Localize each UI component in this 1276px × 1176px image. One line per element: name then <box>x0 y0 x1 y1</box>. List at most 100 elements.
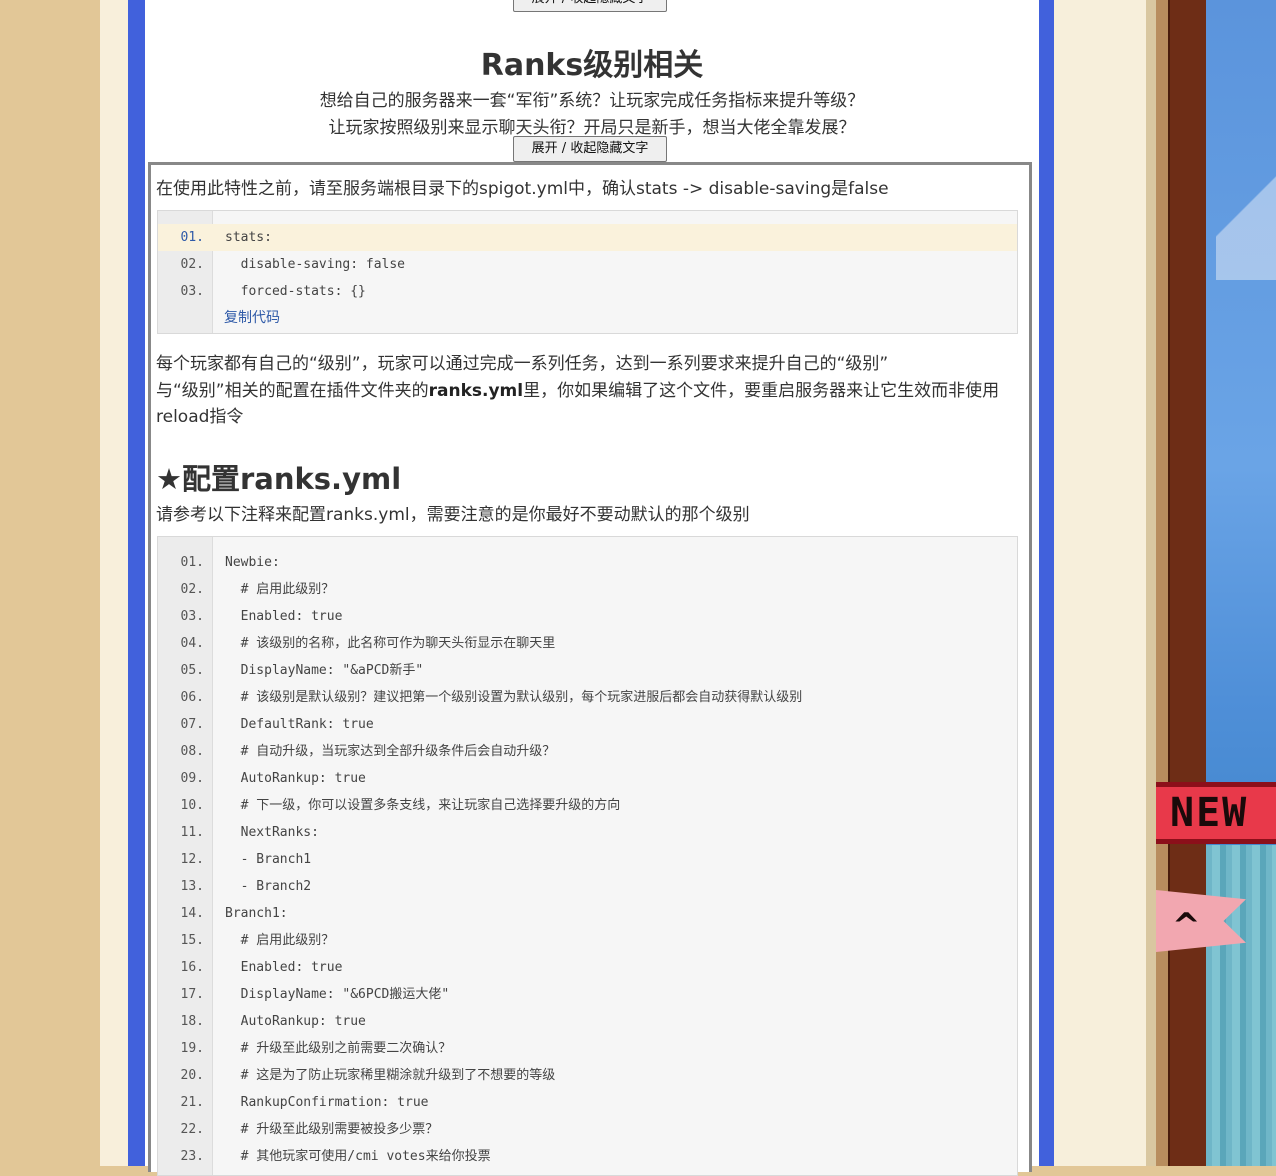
code-text: DisplayName: "&aPCD新手" <box>225 663 424 678</box>
config-heading: ★配置ranks.yml <box>156 462 402 496</box>
page-background-right <box>1054 0 1146 1166</box>
description-text: 与“级别”相关的配置在插件文件夹的 <box>156 381 429 401</box>
code-text: disable-saving: false <box>225 257 406 272</box>
code-line: 20. # 这是为了防止玩家稀里糊涂就升级到了不想要的等级 <box>158 1062 1017 1089</box>
line-number: 10. <box>180 798 204 813</box>
code-line: 03. forced-stats: {} <box>158 278 1017 305</box>
line-number: 15. <box>180 933 204 948</box>
code-text: DisplayName: "&6PCD搬运大佬" <box>225 987 450 1002</box>
background-stripe <box>1146 0 1156 1166</box>
code-line: 09. AutoRankup: true <box>158 765 1017 792</box>
toggle-hidden-text-button[interactable]: 展开 / 收起隐藏文字 <box>513 0 667 12</box>
description-text: 里，你如果编辑了这个文件，要重启服务器来让它生效而非使用 <box>523 381 1000 401</box>
code-line: 01. stats: <box>158 224 1017 251</box>
code-line: 03. Enabled: true <box>158 603 1017 630</box>
line-number: 03. <box>180 284 204 299</box>
config-description: 请参考以下注释来配置ranks.yml，需要注意的是你最好不要动默认的那个级别 <box>156 505 750 525</box>
line-number: 08. <box>180 744 204 759</box>
code-text: DefaultRank: true <box>225 717 374 732</box>
intro-text: 在使用此特性之前，请至服务端根目录下的spigot.yml中，确认stats -… <box>156 179 889 199</box>
code-text: # 该级别的名称，此名称可作为聊天头衔显示在聊天里 <box>225 636 556 651</box>
wood-frame-decoration <box>1168 0 1208 1166</box>
code-line: 07. DefaultRank: true <box>158 711 1017 738</box>
code-line: 15. # 启用此级别？ <box>158 927 1017 954</box>
line-number: 12. <box>180 852 204 867</box>
code-text: # 启用此级别？ <box>225 933 335 948</box>
line-number: 02. <box>180 257 204 272</box>
caret-up-icon: ^ <box>1172 906 1201 946</box>
code-text: # 自动升级，当玩家达到全部升级条件后会自动升级？ <box>225 744 556 759</box>
line-number: 13. <box>180 879 204 894</box>
code-line: 17. DisplayName: "&6PCD搬运大佬" <box>158 981 1017 1008</box>
code-text: # 这是为了防止玩家稀里糊涂就升级到了不想要的等级 <box>225 1068 556 1083</box>
description-line: reload指令 <box>156 407 244 427</box>
code-line: 04. # 该级别的名称，此名称可作为聊天头衔显示在聊天里 <box>158 630 1017 657</box>
code-line: 05. DisplayName: "&aPCD新手" <box>158 657 1017 684</box>
toggle-hidden-text-button[interactable]: 展开 / 收起隐藏文字 <box>513 136 667 162</box>
line-number: 16. <box>180 960 204 975</box>
line-number: 01. <box>180 230 204 245</box>
line-number: 02. <box>180 582 204 597</box>
code-line: 22. # 升级至此级别需要被投多少票？ <box>158 1116 1017 1143</box>
description-line: 每个玩家都有自己的“级别”，玩家可以通过完成一系列任务，达到一系列要求来提升自己… <box>156 354 889 374</box>
code-line: 13. - Branch2 <box>158 873 1017 900</box>
code-text: Enabled: true <box>225 960 343 975</box>
line-number: 04. <box>180 636 204 651</box>
line-number: 09. <box>180 771 204 786</box>
line-number: 03. <box>180 609 204 624</box>
page-background-left <box>100 0 128 1166</box>
code-line: 14. Branch1: <box>158 900 1017 927</box>
code-line: 16. Enabled: true <box>158 954 1017 981</box>
code-line: 21. RankupConfirmation: true <box>158 1089 1017 1116</box>
water-decoration <box>1206 845 1276 1166</box>
code-text: # 下一级，你可以设置多条支线，来让玩家自己选择要升级的方向 <box>225 798 621 813</box>
line-number: 20. <box>180 1068 204 1083</box>
line-number: 21. <box>180 1095 204 1110</box>
mountain-decoration <box>1216 150 1276 280</box>
line-number: 17. <box>180 987 204 1002</box>
line-number: 01. <box>180 555 204 570</box>
code-text: NextRanks: <box>225 825 319 840</box>
line-number: 07. <box>180 717 204 732</box>
code-text: # 升级至此级别需要被投多少票？ <box>225 1122 439 1137</box>
code-block: 复制代码 01. stats: 02. disable-saving: false 0… <box>157 210 1018 334</box>
new-badge[interactable]: NEW <box>1156 782 1276 844</box>
line-number: 22. <box>180 1122 204 1137</box>
code-text: AutoRankup: true <box>225 1014 366 1029</box>
code-line: 08. # 自动升级，当玩家达到全部升级条件后会自动升级？ <box>158 738 1017 765</box>
line-number: 05. <box>180 663 204 678</box>
code-text: # 升级至此级别之前需要二次确认？ <box>225 1041 452 1056</box>
code-line: 18. AutoRankup: true <box>158 1008 1017 1035</box>
code-text: stats: <box>225 230 272 245</box>
section-subtitle: 想给自己的服务器来一套“军衔”系统？让玩家完成任务指标来提升等级？ <box>319 91 865 111</box>
line-number: 18. <box>180 1014 204 1029</box>
code-line: 06. # 该级别是默认级别？建议把第一个级别设置为默认级别，每个玩家进服后都会… <box>158 684 1017 711</box>
code-text: forced-stats: {} <box>225 284 366 299</box>
line-number: 06. <box>180 690 204 705</box>
line-number: 19. <box>180 1041 204 1056</box>
description-line: 与“级别”相关的配置在插件文件夹的ranks.yml里，你如果编辑了这个文件，要… <box>156 376 999 401</box>
code-text: - Branch1 <box>225 852 312 867</box>
code-text: - Branch2 <box>225 879 312 894</box>
code-line: 10. # 下一级，你可以设置多条支线，来让玩家自己选择要升级的方向 <box>158 792 1017 819</box>
code-line: 11. NextRanks: <box>158 819 1017 846</box>
code-text: # 该级别是默认级别？建议把第一个级别设置为默认级别，每个玩家进服后都会自动获得… <box>225 690 803 705</box>
section-title: Ranks级别相关 <box>480 48 704 83</box>
code-line: 02. # 启用此级别？ <box>158 576 1017 603</box>
code-text: Enabled: true <box>225 609 343 624</box>
line-number: 11. <box>180 825 204 840</box>
section-subtitle: 让玩家按照级别来显示聊天头衔？开局只是新手，想当大佬全靠发展？ <box>328 118 856 138</box>
code-text: Branch1: <box>225 906 288 921</box>
copy-code-link[interactable]: 复制代码 <box>224 307 280 327</box>
code-text: RankupConfirmation: true <box>225 1095 429 1110</box>
code-line: 02. disable-saving: false <box>158 251 1017 278</box>
file-name: ranks.yml <box>428 381 524 401</box>
code-block: 01. Newbie: 02. # 启用此级别？ 03. Enabled: true 0… <box>157 536 1018 1176</box>
code-line: 12. - Branch1 <box>158 846 1017 873</box>
line-number: 14. <box>180 906 204 921</box>
code-line: 01. Newbie: <box>158 549 1017 576</box>
background-stripe <box>1156 0 1168 1166</box>
code-line: 19. # 升级至此级别之前需要二次确认？ <box>158 1035 1017 1062</box>
code-text: Newbie: <box>225 555 280 570</box>
code-text: AutoRankup: true <box>225 771 366 786</box>
